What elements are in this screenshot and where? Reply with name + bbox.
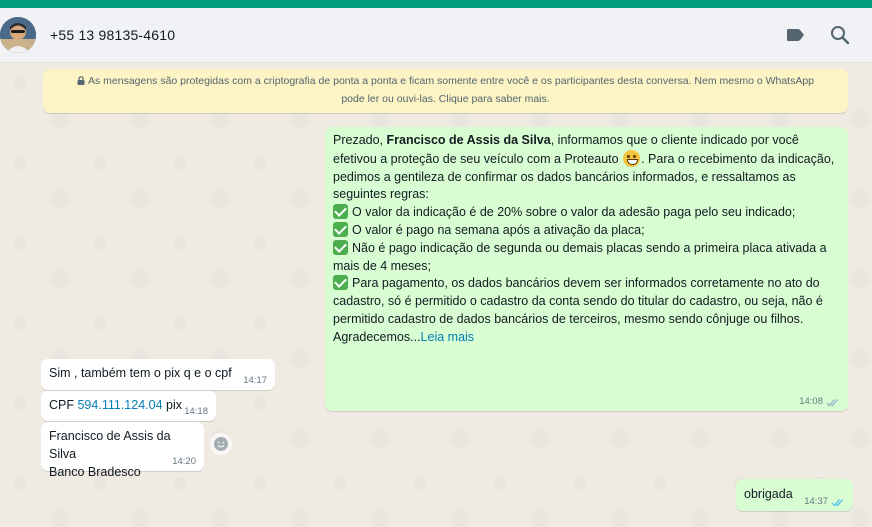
message-time: 14:20 [172, 456, 196, 467]
avatar-photo [0, 17, 36, 53]
message-time: 14:37 [804, 496, 828, 507]
chat-panel[interactable]: As mensagens são protegidas com a cripto… [0, 63, 872, 527]
message-text: Prezado, Francisco de Assis da Silva, in… [333, 133, 835, 344]
search-icon[interactable] [829, 24, 851, 46]
read-ticks-icon [831, 498, 843, 506]
client-name: Francisco de Assis da Silva [386, 133, 551, 147]
message-time: 14:08 [799, 396, 823, 407]
check-mark-icon [333, 239, 348, 255]
message-text: Sim , também tem o pix q e o cpf [49, 366, 232, 380]
message-meta: 14:08 [799, 397, 840, 407]
avatar[interactable] [0, 17, 36, 53]
read-more-link[interactable]: Leia mais [421, 330, 475, 344]
message-meta: 14:17 [243, 376, 267, 386]
grinning-emoji-icon [623, 149, 641, 167]
check-mark-icon [333, 275, 348, 291]
encryption-notice[interactable]: As mensagens são protegidas com a cripto… [43, 69, 848, 113]
incoming-message-2[interactable]: CPF 594.111.124.04 pix 14:18 [41, 391, 216, 421]
message-text: CPF 594.111.124.04 pix [49, 398, 182, 412]
incoming-message-3[interactable]: Francisco de Assis da Silva Banco Brades… [41, 422, 204, 479]
check-mark-icon [333, 221, 348, 237]
chat-header: +55 13 98135-4610 [0, 8, 872, 63]
reaction-button[interactable] [210, 433, 232, 455]
message-text: obrigada [744, 487, 793, 501]
smiley-icon [214, 437, 228, 451]
lock-icon [77, 76, 85, 85]
message-meta: 14:37 [804, 497, 845, 507]
check-mark-icon [333, 204, 348, 220]
encryption-notice-line1: As mensagens são protegidas com a cripto… [51, 72, 840, 90]
read-ticks-icon [826, 398, 838, 406]
contact-name[interactable]: +55 13 98135-4610 [50, 27, 175, 43]
message-time: 14:17 [243, 375, 267, 386]
incoming-message-1[interactable]: Sim , também tem o pix q e o cpf 14:17 [41, 359, 275, 390]
message-meta: 14:20 [172, 457, 196, 467]
outgoing-message-1[interactable]: Prezado, Francisco de Assis da Silva, in… [325, 127, 848, 411]
encryption-notice-line2: pode ler ou ouvi-las. Clique para saber … [341, 93, 550, 105]
cpf-link[interactable]: 594.111.124.04 [77, 398, 162, 412]
message-meta: 14:18 [184, 407, 208, 417]
top-accent-strip [0, 0, 872, 8]
message-time: 14:18 [184, 406, 208, 417]
outgoing-message-2[interactable]: obrigada 14:37 [736, 479, 853, 511]
label-icon[interactable] [784, 24, 806, 46]
